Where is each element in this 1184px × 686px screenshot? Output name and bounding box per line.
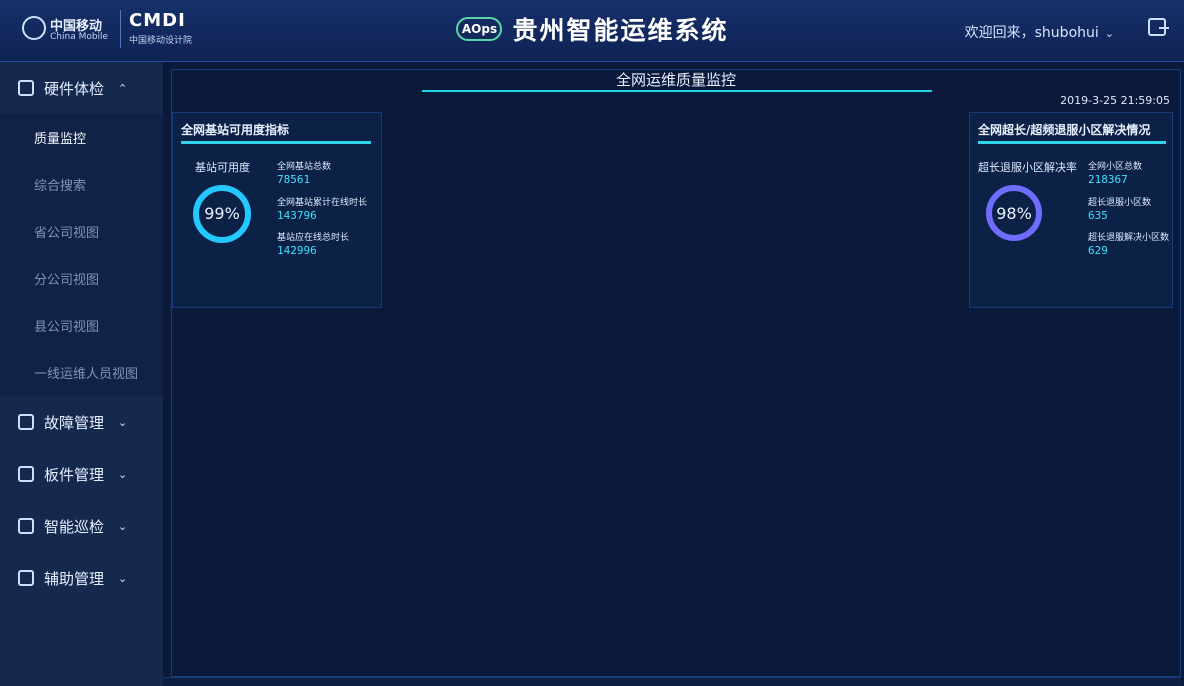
horizontal-scrollbar[interactable] (163, 677, 1181, 686)
availability-percent: 99% (204, 204, 240, 223)
aiops-logo: AOps (456, 17, 503, 41)
support-management-icon (18, 570, 34, 586)
chevron-down-icon: ⌄ (118, 415, 128, 429)
ultra-cells-panel: 全网超长/超频退服小区解决情况 超长退服小区解决率 98% 全网小区总数 218… (969, 112, 1173, 308)
board-management-icon (18, 466, 34, 482)
online-time-label: 全网基站累计在线时长 (277, 198, 368, 208)
availability-panel: 全网基站可用度指标 基站可用度 99% 全网基站总数 78561 全网基站累计在… (172, 112, 382, 308)
total-cells-value: 218367 (1088, 173, 1128, 186)
welcome-text: 欢迎回来，shubohui (964, 25, 1099, 41)
chevron-up-icon: ⌃ (118, 81, 128, 95)
total-stations-label: 全网基站总数 (277, 162, 332, 172)
should-online-label: 基站应在线总时长 (277, 233, 350, 243)
logout-icon[interactable] (1148, 18, 1169, 36)
china-mobile-logo-subtitle: China Mobile (50, 32, 109, 42)
chevron-down-icon: ⌄ (118, 519, 128, 533)
sidebar-subitem-frontline-view[interactable]: 一线运维人员视图 (0, 349, 163, 396)
total-stations-value: 78561 (277, 173, 311, 186)
ultra-percent: 98% (996, 204, 1032, 223)
sidebar-subitem-search[interactable]: 综合搜索 (0, 161, 163, 208)
app-header: 中国移动 China Mobile CMDI 中国移动设计院 AOps 贵州智能… (0, 0, 1184, 62)
page-title: 贵州智能运维系统 (512, 16, 729, 45)
online-time-value: 143796 (277, 209, 317, 222)
ultra-cells-title: 全网超长/超频退服小区解决情况 (978, 123, 1151, 137)
sidebar-subitem-county-view[interactable]: 县公司视图 (0, 302, 163, 349)
sidebar: 硬件体检 ⌃ 质量监控 综合搜索 省公司视图 分公司视图 县公司视图 一线运维人… (0, 62, 163, 686)
solved-cells-value: 629 (1088, 244, 1108, 257)
total-cells-label: 全网小区总数 (1088, 162, 1143, 172)
sidebar-item-support-management[interactable]: 辅助管理 ⌄ (0, 552, 163, 604)
sidebar-item-board-management[interactable]: 板件管理 ⌄ (0, 448, 163, 500)
should-online-value: 142996 (277, 244, 317, 257)
availability-title-line (181, 141, 371, 144)
app-title: AOps 贵州智能运维系统 (430, 6, 755, 52)
sidebar-subitem-province-view[interactable]: 省公司视图 (0, 208, 163, 255)
sidebar-item-label: 智能巡检 (44, 517, 105, 536)
sidebar-item-label: 故障管理 (44, 413, 105, 432)
sidebar-item-label: 板件管理 (44, 465, 105, 484)
cmdi-logo: CMDI 中国移动设计院 (120, 10, 193, 48)
chevron-down-icon: ⌄ (118, 467, 128, 481)
sidebar-item-label: 硬件体检 (44, 79, 105, 98)
ultra-ring-label: 超长退服小区解决率 (978, 161, 1077, 174)
china-mobile-logo: 中国移动 China Mobile (22, 12, 114, 46)
hardware-check-icon (18, 80, 34, 96)
sidebar-subitem-quality-monitoring[interactable]: 质量监控 (0, 114, 163, 161)
dashboard-title: 全网运维质量监控 (615, 71, 736, 89)
chevron-down-icon: ⌄ (1104, 27, 1114, 40)
ultra-cells-title-line (978, 141, 1166, 144)
cmdi-logo-title: CMDI (129, 10, 186, 31)
ultra-cells-value: 635 (1088, 209, 1108, 222)
datetime: 2019-3-25 21:59:05 (1060, 94, 1170, 107)
dashboard-frame: 全网运维质量监控 2019-3-25 21:59:05 全网基站可用度指标 基站… (171, 69, 1181, 677)
chevron-down-icon: ⌄ (118, 571, 128, 585)
fault-management-icon (18, 414, 34, 430)
china-mobile-logo-mark (22, 16, 46, 40)
sidebar-item-label: 辅助管理 (44, 569, 105, 588)
title-underline (422, 90, 932, 92)
user-menu[interactable]: 欢迎回来，shubohui ⌄ (965, 22, 1114, 42)
sidebar-subitem-branch-view[interactable]: 分公司视图 (0, 255, 163, 302)
sidebar-item-fault-management[interactable]: 故障管理 ⌄ (0, 396, 163, 448)
solved-cells-label: 超长退服解决小区数 (1088, 233, 1170, 243)
availability-ring-label: 基站可用度 (195, 161, 250, 174)
ultra-cells-label: 超长退服小区数 (1088, 198, 1152, 208)
sidebar-item-hardware-check[interactable]: 硬件体检 ⌃ (0, 62, 163, 114)
sidebar-item-smart-inspection[interactable]: 智能巡检 ⌄ (0, 500, 163, 552)
cmdi-logo-subtitle: 中国移动设计院 (129, 36, 193, 46)
availability-title: 全网基站可用度指标 (181, 123, 290, 137)
smart-inspection-icon (18, 518, 34, 534)
